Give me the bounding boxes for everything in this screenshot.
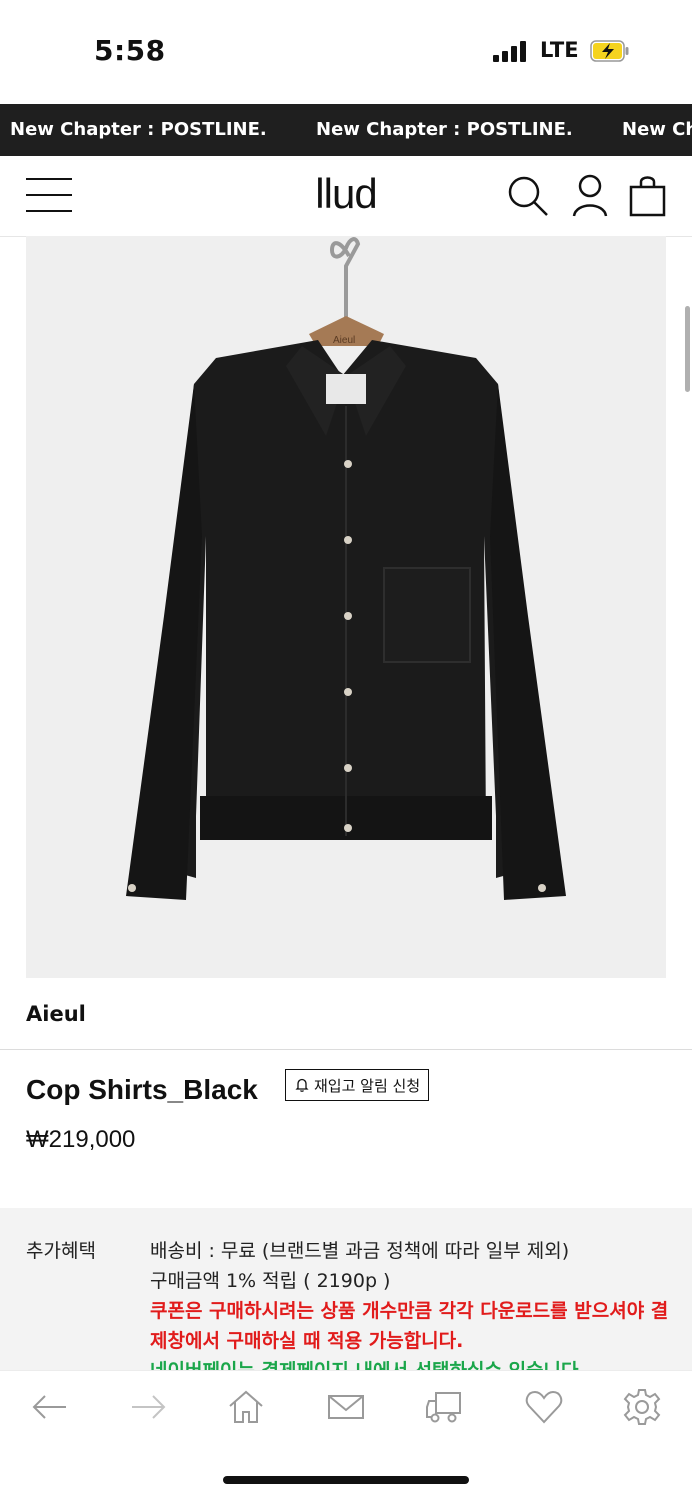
product-title: Cop Shirts_Black (26, 1074, 258, 1105)
divider (0, 1049, 692, 1050)
points-info: 구매금액 1% 적립 ( 2190p ) (150, 1270, 391, 1292)
naverpay-notice: 네이버페이는 결제페이지 내에서 선택하실수 있습니다 (150, 1356, 680, 1370)
search-icon[interactable] (506, 174, 550, 218)
restock-alert-button[interactable]: 재입고 알림 신청 (285, 1069, 430, 1101)
account-icon[interactable] (568, 174, 612, 218)
mail-icon[interactable] (326, 1387, 366, 1427)
battery-charging-icon (590, 40, 629, 62)
ticker-item[interactable]: New Chapter : POSTLINE. (10, 119, 267, 140)
bell-icon (295, 1078, 309, 1092)
brand-name[interactable]: Aieul (26, 1002, 86, 1026)
ticker-item[interactable]: New Chapter : POSTLINE. (316, 119, 573, 140)
delivery-truck-icon[interactable] (424, 1387, 464, 1427)
benefits-details: 배송비 : 무료 (브랜드별 과금 정책에 따라 일부 제외) 구매금액 1% … (150, 1236, 680, 1370)
hanger-tag: Aieul (333, 335, 355, 346)
top-navigation: llud (0, 156, 692, 392)
product-image[interactable]: Aieul (26, 236, 666, 978)
shipping-info: 배송비 : 무료 (브랜드별 과금 정책에 따라 일부 제외) (150, 1240, 570, 1262)
back-arrow-icon[interactable] (30, 1387, 70, 1427)
home-indicator[interactable] (223, 1476, 469, 1484)
ticker-item[interactable]: New Ch (622, 119, 692, 140)
announcement-ticker[interactable]: New Chapter : POSTLINE. New Chapter : PO… (0, 104, 692, 156)
signal-icon (493, 40, 529, 62)
coupon-notice: 쿠폰은 구매하시려는 상품 개수만큼 각각 다운로드를 받으셔야 결제창에서 구… (150, 1300, 669, 1352)
status-bar: 5:58 LTE (0, 0, 692, 104)
gear-icon[interactable] (622, 1387, 662, 1427)
benefits-label: 추가혜택 (26, 1240, 96, 1262)
forward-arrow-icon[interactable] (128, 1387, 168, 1427)
shopping-bag-icon[interactable] (626, 174, 670, 218)
product-price: ₩219,000 (26, 1126, 136, 1153)
shirt-photo: Aieul (126, 237, 566, 900)
restock-label: 재입고 알림 신청 (314, 1076, 421, 1095)
network-label: LTE (540, 38, 579, 62)
heart-icon[interactable] (524, 1387, 564, 1427)
scrollbar[interactable] (685, 306, 690, 392)
status-time: 5:58 (94, 34, 166, 67)
benefits-section: 추가혜택 배송비 : 무료 (브랜드별 과금 정책에 따라 일부 제외) 구매금… (0, 1208, 692, 1370)
home-icon[interactable] (226, 1387, 266, 1427)
